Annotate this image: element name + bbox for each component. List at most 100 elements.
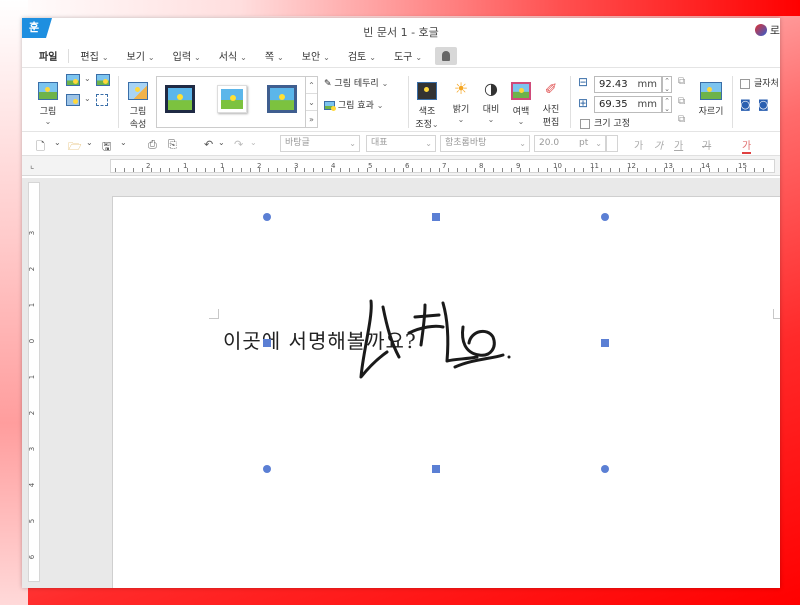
user-avatar-icon[interactable]: [754, 24, 767, 36]
margin-button[interactable]: 여백 ⌄: [510, 82, 532, 126]
menu-page[interactable]: 쪽 ⌄: [256, 48, 293, 63]
style-gallery-scroll[interactable]: ⌃ ⌄ »: [306, 76, 318, 128]
menu-tools[interactable]: 도구 ⌄: [385, 48, 431, 63]
color-adjust-button[interactable]: 색조 조정⌄: [414, 82, 440, 130]
save-icon[interactable]: 🖫: [102, 138, 111, 157]
ruler-tick: [484, 168, 485, 172]
picture-border-button[interactable]: ✎ 그림 테두리 ⌄: [324, 76, 388, 89]
underline-button[interactable]: 가: [674, 137, 683, 152]
bold-button[interactable]: 가: [634, 137, 643, 152]
undo-icon[interactable]: ↶: [204, 138, 213, 151]
chevron-down-icon[interactable]: ⌄: [218, 138, 225, 147]
ruler-tick: [655, 168, 656, 172]
ruler-tick: [610, 168, 611, 172]
menu-insert[interactable]: 입력 ⌄: [164, 48, 210, 63]
same-width-icon[interactable]: ⧉: [678, 76, 685, 87]
font-size-input[interactable]: 20.0 pt ⌄: [534, 135, 606, 152]
resize-handle-left[interactable]: [263, 339, 271, 347]
crop-button[interactable]: 자르기: [696, 82, 726, 117]
chevron-down-icon[interactable]: ⌄: [84, 74, 91, 83]
layers-icon: [66, 94, 80, 106]
menu-edit[interactable]: 편집 ⌄: [71, 48, 117, 63]
ruler-tick: [151, 168, 152, 172]
language-dropdown[interactable]: 대표 ⌄: [366, 135, 436, 152]
chevron-down-icon[interactable]: ⌄: [306, 94, 317, 111]
chevron-down-icon: ⌄: [595, 139, 602, 148]
resize-handle-bottom[interactable]: [432, 465, 440, 473]
chevron-down-icon: ⌄: [101, 53, 109, 62]
chevron-down-icon[interactable]: ⌄: [84, 94, 91, 103]
expand-icon[interactable]: »: [306, 111, 317, 128]
select-objects-button[interactable]: [96, 94, 108, 106]
strikethrough-button[interactable]: 가: [702, 137, 711, 152]
ruler-tick: [700, 168, 701, 172]
width-stepper[interactable]: ⌃ ⌄: [662, 76, 672, 93]
height-input[interactable]: 69.35 mm: [594, 96, 662, 113]
print-preview-icon[interactable]: ⎘: [168, 138, 177, 152]
wrap-style-icon-1[interactable]: ◙: [740, 98, 751, 111]
new-document-icon[interactable]: 🗋: [36, 138, 45, 157]
menu-view[interactable]: 보기 ⌄: [118, 48, 164, 63]
style-dropdown[interactable]: 바탕글 ⌄: [280, 135, 360, 152]
arrange-button[interactable]: [66, 94, 80, 106]
chevron-down-icon[interactable]: ⌄: [250, 138, 257, 147]
wrap-style-icon-2[interactable]: ◙: [758, 98, 769, 111]
redo-icon[interactable]: ↷: [234, 138, 243, 151]
font-color-button[interactable]: 가: [742, 137, 752, 154]
login-label[interactable]: 로: [770, 22, 780, 38]
checkbox-icon: [740, 78, 750, 89]
ruler-tick: [250, 168, 251, 172]
resize-handle-top-right[interactable]: [601, 213, 609, 221]
resize-handle-bottom-left[interactable]: [263, 465, 271, 473]
font-size-stepper[interactable]: [606, 135, 618, 152]
ruler-number: 6: [28, 554, 37, 560]
login-area[interactable]: 로: [754, 22, 780, 38]
picture-properties-button[interactable]: 그림 속성: [126, 82, 150, 130]
same-height-icon[interactable]: ⧉: [678, 96, 685, 107]
style-thumb-blue[interactable]: [267, 85, 297, 113]
same-size-icon[interactable]: ⧉: [678, 114, 685, 125]
brightness-button[interactable]: ☀ 밝기 ⌄: [450, 80, 472, 125]
style-thumb-dark[interactable]: [165, 85, 195, 113]
menu-security[interactable]: 보안 ⌄: [293, 48, 339, 63]
insert-picture-small-button[interactable]: [66, 74, 80, 86]
height-stepper[interactable]: ⌃ ⌄: [662, 96, 672, 113]
menu-file[interactable]: 파일: [30, 48, 66, 63]
ruler-corner-icon[interactable]: ⌞: [30, 161, 34, 171]
signature-image[interactable]: [343, 297, 513, 397]
print-icon[interactable]: ⎙: [148, 138, 157, 152]
margin-corner-mark: [209, 309, 219, 319]
italic-button[interactable]: 가: [654, 137, 663, 152]
picture-style-gallery[interactable]: [156, 76, 306, 128]
contrast-button[interactable]: ◑ 대비 ⌄: [480, 80, 502, 125]
chevron-down-icon[interactable]: ⌄: [86, 138, 93, 147]
picture-properties-icon: [128, 82, 148, 100]
ruler-tick: [646, 168, 647, 172]
chevron-down-icon[interactable]: ⌄: [54, 138, 61, 147]
chevron-up-icon[interactable]: ⌃: [306, 77, 317, 94]
menu-format[interactable]: 서식 ⌄: [210, 48, 256, 63]
chevron-down-icon[interactable]: ⌄: [120, 138, 127, 147]
vertical-ruler[interactable]: 32101234567: [28, 182, 40, 582]
font-dropdown[interactable]: 함초롬바탕 ⌄: [440, 135, 530, 152]
horizontal-ruler[interactable]: 2 1 1 2 3 4 5 6 7 8 9 10 11 12 13 14 15: [110, 159, 775, 173]
resize-handle-top-left[interactable]: [263, 213, 271, 221]
resize-handle-top[interactable]: [432, 213, 440, 221]
style-thumb-shadow[interactable]: [217, 85, 247, 113]
picture-context-tab-icon[interactable]: [435, 46, 458, 65]
document-page[interactable]: 이곳에 서명해볼까요?: [112, 196, 780, 588]
picture-effect-button[interactable]: 그림 효과 ⌄: [324, 98, 383, 111]
replace-picture-button[interactable]: [96, 74, 110, 86]
menu-review[interactable]: 검토 ⌄: [339, 48, 385, 63]
resize-handle-bottom-right[interactable]: [601, 465, 609, 473]
width-input[interactable]: 92.43 mm: [594, 76, 662, 93]
resize-handle-right[interactable]: [601, 339, 609, 347]
picture-button[interactable]: 그림 ⌄: [36, 82, 60, 126]
chevron-down-icon: ⌄: [457, 115, 465, 124]
open-folder-icon[interactable]: 🗁: [68, 138, 82, 157]
fixed-size-checkbox[interactable]: 크기 고정: [580, 116, 630, 129]
photo-edit-button[interactable]: ✐ 사진 편집: [540, 80, 562, 128]
ruler-tick: [187, 168, 188, 172]
wrap-text-option[interactable]: 글자처: [740, 76, 779, 89]
ruler-tick: [592, 168, 593, 172]
